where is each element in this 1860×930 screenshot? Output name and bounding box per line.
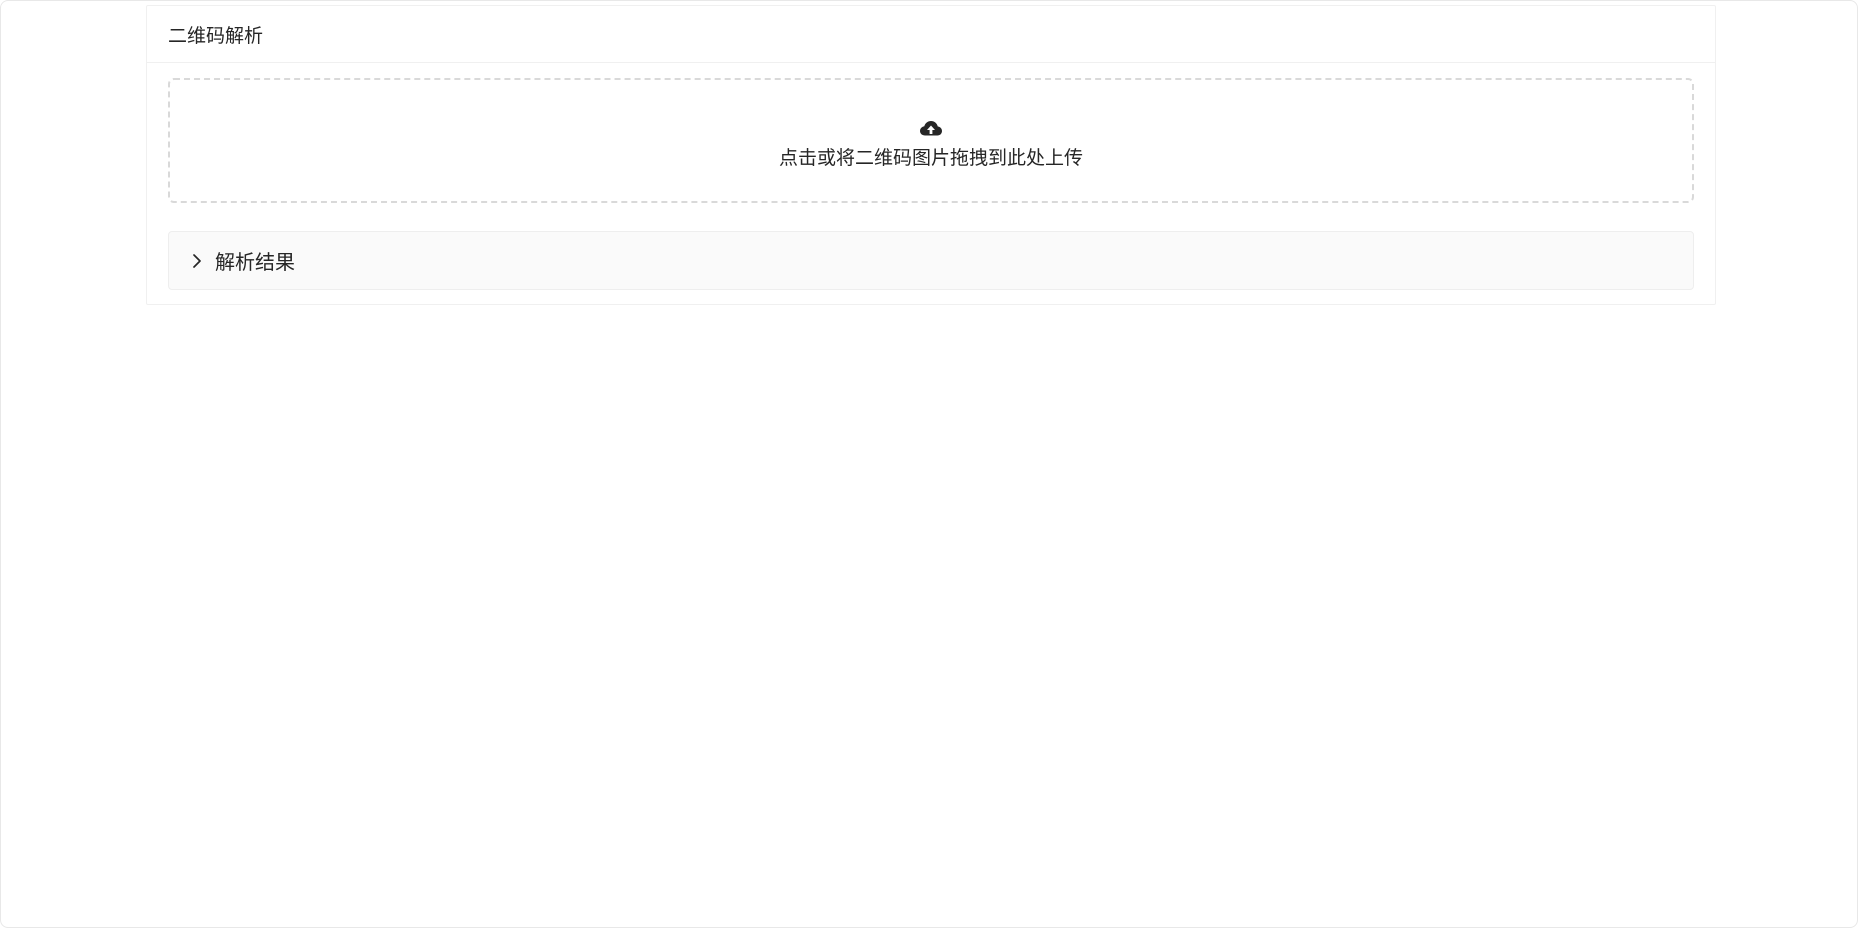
qr-decode-card: 二维码解析 点击或将二维码图片拖拽到此处上传 解析结果 [146, 5, 1716, 305]
result-panel-title: 解析结果 [215, 250, 295, 274]
qr-upload-dropzone[interactable]: 点击或将二维码图片拖拽到此处上传 [168, 78, 1694, 203]
app-window: 二维码解析 点击或将二维码图片拖拽到此处上传 解析结果 [0, 0, 1858, 928]
chevron-right-icon [193, 253, 201, 268]
upload-hint-text: 点击或将二维码图片拖拽到此处上传 [778, 147, 1083, 169]
card-body: 点击或将二维码图片拖拽到此处上传 解析结果 [147, 63, 1715, 290]
cloud-upload-icon [920, 121, 942, 136]
card-header: 二维码解析 [147, 6, 1715, 63]
card-title: 二维码解析 [168, 24, 264, 47]
result-collapse-panel: 解析结果 [168, 231, 1694, 290]
result-panel-header[interactable]: 解析结果 [169, 232, 1693, 289]
